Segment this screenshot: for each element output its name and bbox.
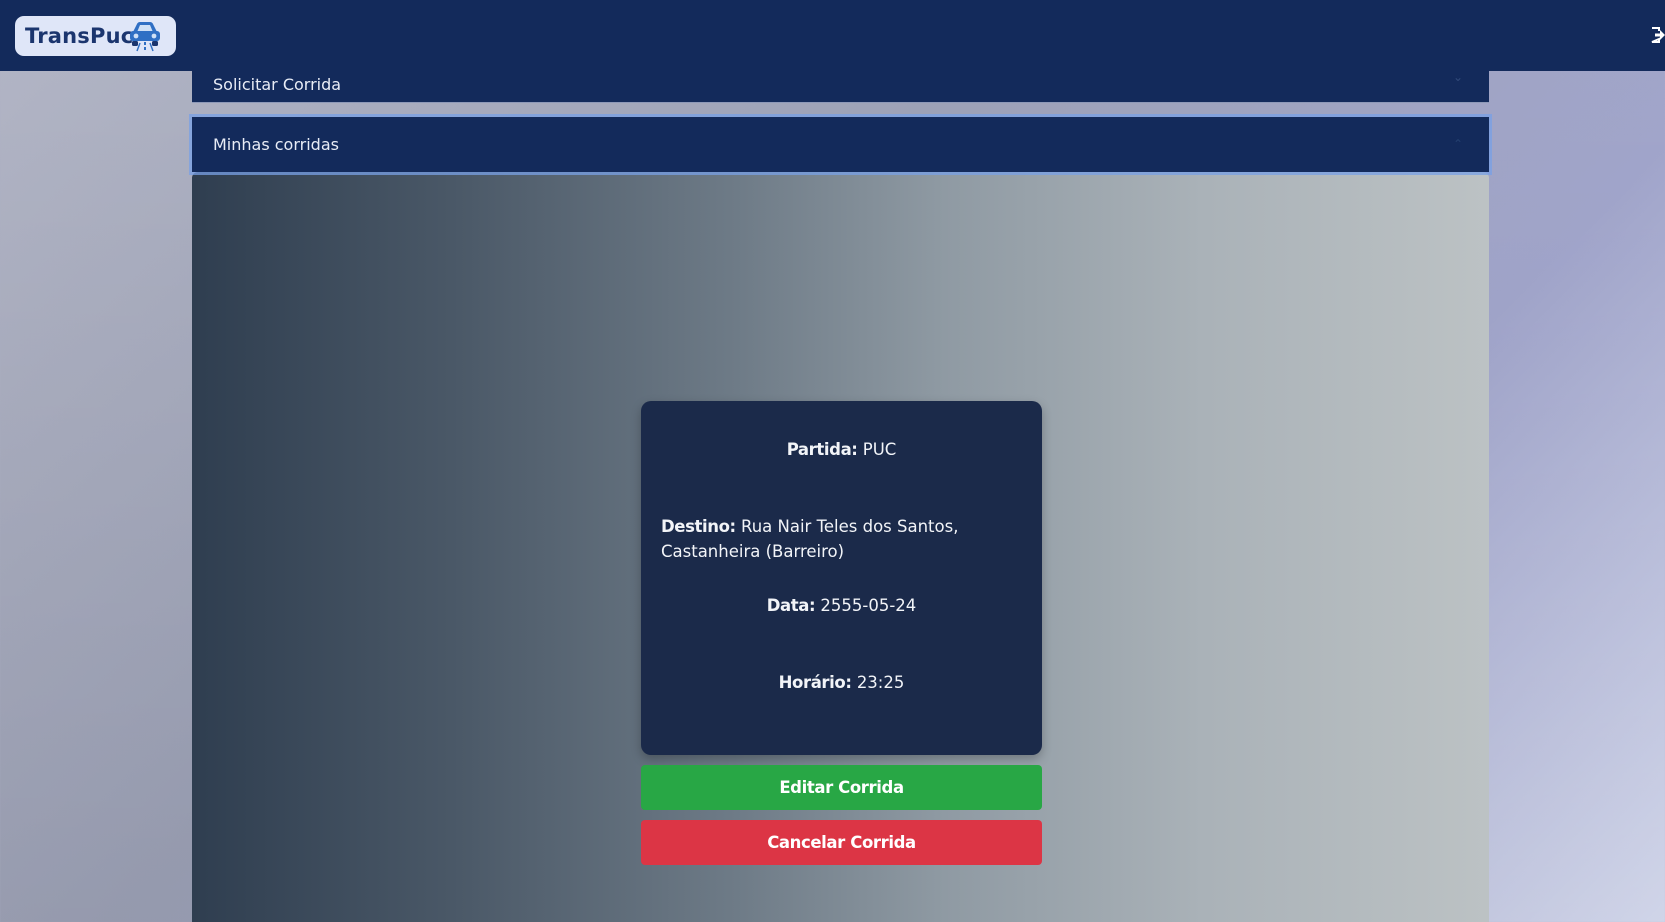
top-navbar: TransPuc [0, 0, 1665, 71]
time-label: Horário: [778, 673, 852, 692]
car-icon [130, 22, 160, 52]
my-rides-label: Minhas corridas [213, 135, 339, 154]
chevron-down-icon: ⌄ [1453, 70, 1464, 84]
my-rides-panel: Partida: PUC Destino: Rua Nair Teles dos… [192, 172, 1489, 922]
accordion-my-rides[interactable]: Minhas corridas ⌃ [192, 117, 1489, 172]
departure-field: Partida: PUC [661, 437, 1022, 462]
edit-ride-button[interactable]: Editar Corrida [641, 765, 1042, 810]
ride-card: Partida: PUC Destino: Rua Nair Teles dos… [641, 401, 1042, 755]
time-value: 23:25 [856, 673, 905, 692]
date-value: 2555-05-24 [820, 596, 917, 615]
date-label: Data: [766, 596, 816, 615]
logo[interactable]: TransPuc [15, 16, 176, 56]
logout-icon[interactable] [1651, 26, 1665, 44]
logo-text: TransPuc [25, 24, 134, 48]
destination-label: Destino: [661, 517, 736, 536]
destination-field: Destino: Rua Nair Teles dos Santos, Cast… [661, 514, 1022, 564]
departure-label: Partida: [786, 440, 858, 459]
date-field: Data: 2555-05-24 [661, 593, 1022, 618]
departure-value: PUC [862, 440, 897, 459]
cancel-ride-button[interactable]: Cancelar Corrida [641, 820, 1042, 865]
request-ride-label: Solicitar Corrida [213, 74, 342, 94]
time-field: Horário: 23:25 [661, 670, 1022, 695]
chevron-up-icon: ⌃ [1453, 137, 1464, 151]
